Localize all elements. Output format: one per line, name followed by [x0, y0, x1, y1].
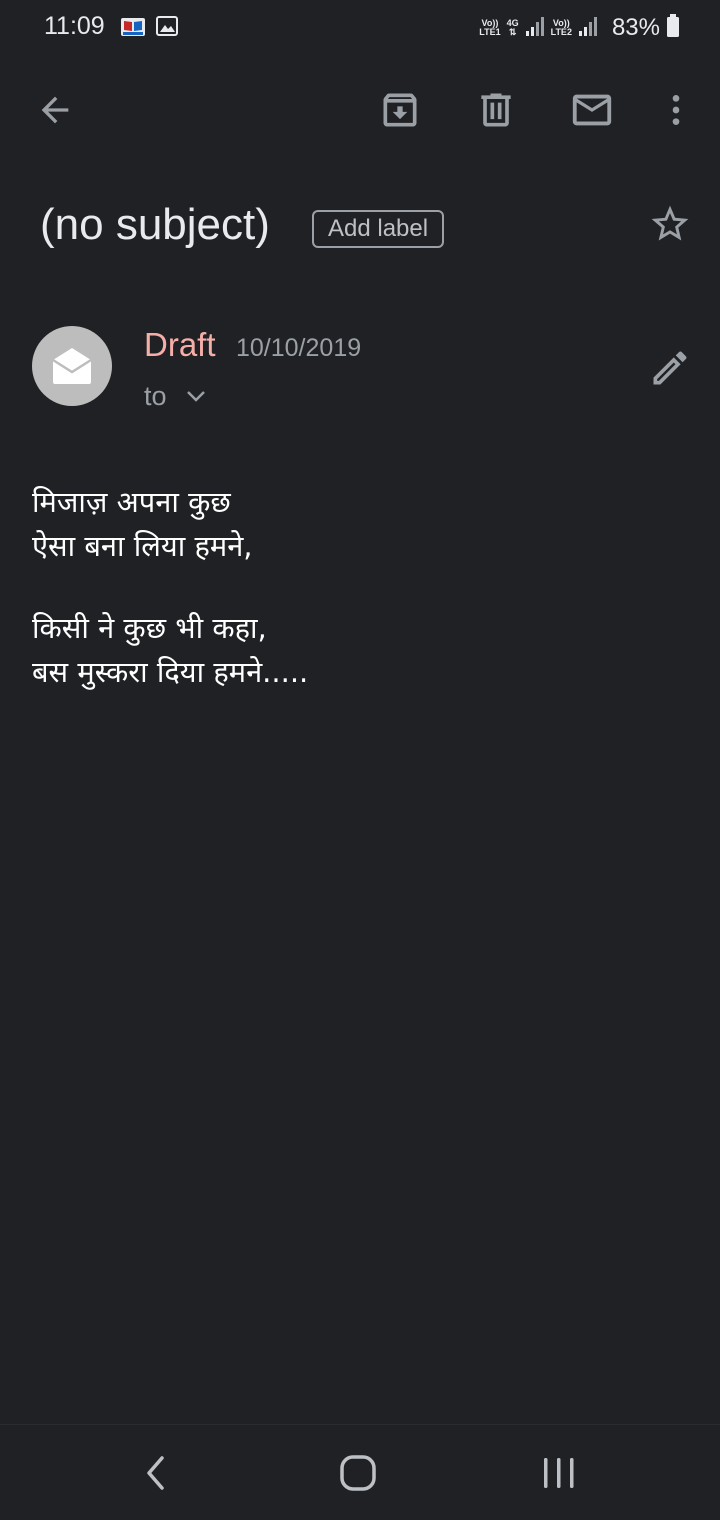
star-button[interactable] [648, 202, 696, 250]
avatar [32, 326, 112, 406]
edit-draft-button[interactable] [648, 346, 696, 394]
sender-draft-label: Draft [144, 326, 216, 363]
nav-home-icon [340, 1455, 376, 1491]
battery-icon [666, 13, 680, 43]
sim1-indicator: Vo)) LTE1 [479, 19, 500, 37]
nav-recents-icon [544, 1458, 574, 1488]
delete-icon [481, 93, 511, 127]
email-subject: (no subject) [40, 200, 270, 249]
status-indicators: Vo)) LTE1 4G ⇅ Vo)) LTE2 83% [479, 12, 680, 44]
nav-recents-button[interactable] [531, 1449, 587, 1497]
delete-button[interactable] [472, 86, 520, 134]
mail-icon [572, 94, 612, 126]
body-line: ऐसा बना लिया हमने, [32, 529, 253, 563]
body-line: बस मुस्करा दिया हमने..... [32, 655, 309, 689]
more-options-button[interactable] [652, 86, 700, 134]
signal-strength-icon [525, 15, 545, 42]
archive-button[interactable] [376, 86, 424, 134]
star-outline-icon [651, 205, 689, 241]
status-bar: 11:09 Vo)) LTE1 4G ⇅ Vo)) LTE2 83% [0, 0, 720, 56]
nav-back-icon [147, 1456, 164, 1490]
message-body: मिजाज़ अपना कुछ ऐसा बना लिया हमने, किसी … [32, 480, 692, 694]
nav-back-button[interactable] [128, 1449, 184, 1497]
back-button[interactable] [31, 86, 79, 134]
email-toolbar [0, 70, 720, 150]
open-envelope-icon [52, 348, 92, 384]
archive-icon [383, 93, 417, 127]
network-type-indicator: 4G ⇅ [507, 19, 519, 37]
image-notification-icon [156, 16, 180, 38]
status-time: 11:09 [44, 12, 105, 40]
system-navigation-bar [0, 1424, 720, 1520]
sim2-lte-label: LTE2 [550, 27, 572, 37]
to-label: to [144, 380, 167, 411]
body-line: किसी ने कुछ भी कहा, [32, 611, 267, 645]
book-notification-icon [120, 16, 145, 38]
signal-strength-2-icon [578, 15, 598, 42]
chevron-down-icon [186, 391, 205, 402]
data-arrows-icon: ⇅ [508, 27, 517, 37]
battery-percent: 83% [611, 14, 660, 41]
body-line: मिजाज़ अपना कुछ [32, 485, 231, 519]
pencil-icon [653, 351, 687, 385]
sim2-indicator: Vo)) LTE2 [551, 19, 572, 37]
nav-home-button[interactable] [330, 1449, 386, 1497]
message-header: Draft 10/10/2019 to [32, 322, 702, 422]
add-label-button[interactable]: Add label [312, 210, 445, 248]
subject-row: (no subject) Add label [40, 196, 700, 260]
back-arrow-icon [41, 96, 69, 124]
more-vert-icon [672, 95, 680, 125]
recipients-toggle[interactable]: to [144, 378, 207, 414]
sim1-lte-label: LTE1 [479, 27, 501, 37]
message-date: 10/10/2019 [236, 334, 362, 362]
mark-unread-button[interactable] [568, 86, 616, 134]
